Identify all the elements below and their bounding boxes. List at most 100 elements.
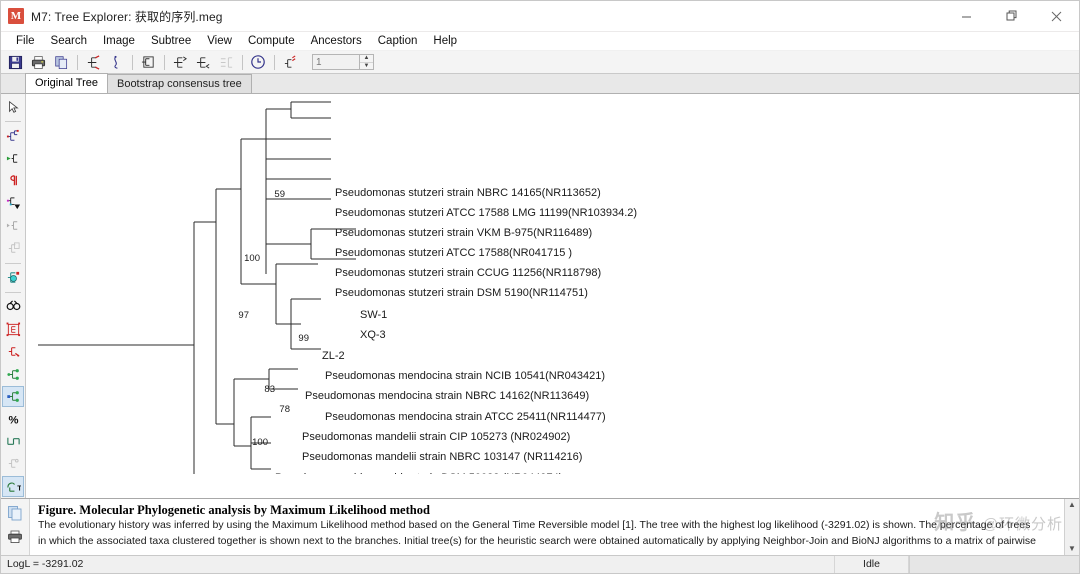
scale-bar-icon[interactable]: [2, 431, 24, 452]
taxon-label: Pseudomonas stutzeri strain NBRC 14165(N…: [335, 187, 601, 199]
subtree-copy-icon[interactable]: [2, 238, 24, 259]
tree-explorer-window: M M7: Tree Explorer: 获取的序列.meg File Sear…: [0, 0, 1080, 574]
find-taxon-icon[interactable]: [2, 296, 24, 317]
pointer-select-icon[interactable]: [2, 96, 24, 117]
taxon-label: Pseudomonas mendocina strain NBRC 14162(…: [305, 390, 589, 402]
print-icon[interactable]: [27, 52, 49, 72]
sidebar-separator: [5, 121, 21, 123]
node-label-icon[interactable]: [2, 385, 24, 408]
subtree-drawing-icon[interactable]: [279, 52, 301, 72]
app-logo-icon: M: [8, 8, 24, 24]
taxon-label: ZL-2: [322, 350, 345, 362]
save-icon[interactable]: [4, 52, 26, 72]
tab-strip: Original Tree Bootstrap consensus tree: [1, 73, 1079, 94]
phylogenetic-tree[interactable]: Pseudomonas stutzeri strain NBRC 14165(N…: [26, 94, 1079, 474]
menu-ancestors[interactable]: Ancestors: [303, 34, 370, 48]
toolbar-separator: [242, 54, 243, 70]
maximize-button[interactable]: [989, 1, 1034, 31]
menu-subtree[interactable]: Subtree: [143, 34, 199, 48]
spinner-input[interactable]: [312, 54, 360, 70]
taxon-label: SW-1: [360, 309, 387, 321]
bootstrap-value: 59: [274, 189, 285, 200]
spinner-down-icon[interactable]: ▼: [360, 63, 373, 70]
main-toolbar: ▲ ▼: [1, 51, 1079, 74]
status-bar: LogL = -3291.02 Idle: [1, 555, 1079, 573]
tab-original-tree[interactable]: Original Tree: [25, 73, 108, 93]
menu-compute[interactable]: Compute: [240, 34, 303, 48]
svg-text:%: %: [8, 414, 18, 426]
tab-bootstrap-consensus-tree[interactable]: Bootstrap consensus tree: [106, 74, 252, 93]
topology-only-icon[interactable]: [82, 52, 104, 72]
sidebar-separator: [5, 262, 21, 264]
caption-pane: Figure. Molecular Phylogenetic analysis …: [1, 498, 1079, 555]
taxon-label: XQ-3: [360, 329, 386, 341]
branch-style-icon[interactable]: [2, 341, 24, 362]
svg-text:T: T: [17, 483, 21, 492]
branch-length-icon[interactable]: [105, 52, 127, 72]
swap-subtree-icon[interactable]: [192, 52, 214, 72]
toolbar-separator: [274, 54, 275, 70]
taxon-label: Pseudomonas mandelii strain NBRC 103147 …: [302, 451, 582, 463]
status-state: Idle: [835, 556, 909, 573]
condensed-tree-icon[interactable]: [2, 453, 24, 474]
menu-caption[interactable]: Caption: [370, 34, 426, 48]
copy-icon[interactable]: [50, 52, 72, 72]
spinner-up-icon[interactable]: ▲: [360, 55, 373, 63]
bootstrap-value: 97: [238, 310, 249, 321]
subtree-level-spinner[interactable]: ▲ ▼: [312, 54, 374, 70]
subtree-compress-icon[interactable]: [2, 193, 24, 214]
menu-image[interactable]: Image: [95, 34, 143, 48]
title-bar: M M7: Tree Explorer: 获取的序列.meg: [1, 1, 1079, 32]
spinner-arrows: ▲ ▼: [360, 54, 374, 70]
image-frame-icon[interactable]: [2, 319, 24, 340]
scroll-down-icon[interactable]: ▼: [1068, 545, 1076, 553]
topology-tree-icon[interactable]: [2, 125, 24, 146]
workspace: % T: [1, 94, 1079, 498]
flip-node-icon[interactable]: [2, 170, 24, 191]
tree-tools-sidebar: % T: [1, 94, 26, 498]
taxon-label: Pseudomonas mandelii strain CIP 105273 (…: [302, 431, 570, 443]
sidebar-separator: [5, 292, 21, 294]
root-tree-icon[interactable]: [137, 52, 159, 72]
taxon-label: Pseudomonas stutzeri strain VKM B-975(NR…: [335, 227, 592, 239]
tree-color-icon[interactable]: [2, 267, 24, 288]
bootstrap-value: 99: [298, 333, 309, 344]
toolbar-separator: [164, 54, 165, 70]
caption-line-1: The evolutionary history was inferred by…: [38, 519, 1031, 531]
menu-view[interactable]: View: [199, 34, 240, 48]
bootstrap-value: 100: [252, 437, 268, 448]
taxon-label: Pseudomonas mendocina strain ATCC 25411(…: [325, 411, 606, 423]
window-controls: [944, 1, 1079, 31]
toolbar-separator: [132, 54, 133, 70]
menu-search[interactable]: Search: [43, 34, 95, 48]
bootstrap-value: 78: [279, 404, 290, 415]
close-button[interactable]: [1034, 1, 1079, 31]
timetree-clock-icon[interactable]: [247, 52, 269, 72]
bootstrap-value: 100: [244, 253, 260, 264]
percent-scale-icon[interactable]: %: [2, 408, 24, 429]
subtree-expand-icon[interactable]: [2, 215, 24, 236]
tree-canvas[interactable]: Pseudomonas stutzeri strain NBRC 14165(N…: [26, 94, 1079, 498]
bootstrap-value: 83: [264, 384, 275, 395]
menu-help[interactable]: Help: [425, 34, 465, 48]
minimize-button[interactable]: [944, 1, 989, 31]
taxon-label: Pseudomonas mendocina strain NCIB 10541(…: [325, 370, 605, 382]
window-title: M7: Tree Explorer: 获取的序列.meg: [31, 9, 223, 24]
root-on-branch-icon[interactable]: [2, 148, 24, 169]
taxa-name-icon[interactable]: T: [2, 475, 24, 498]
taxon-label: Pseudomonas chlororaphis strain DSM 5008…: [275, 472, 562, 474]
flip-subtree-icon[interactable]: [169, 52, 191, 72]
status-logl: LogL = -3291.02: [1, 556, 835, 573]
taxon-label: Pseudomonas stutzeri strain CCUG 11256(N…: [335, 267, 601, 279]
caption-tool-icons: [1, 499, 30, 555]
order-taxa-icon[interactable]: [215, 52, 237, 72]
node-marker-icon[interactable]: [2, 364, 24, 385]
caption-print-icon[interactable]: [6, 528, 24, 546]
caption-scrollbar[interactable]: ▲ ▼: [1064, 499, 1079, 555]
scroll-up-icon[interactable]: ▲: [1068, 501, 1076, 509]
caption-copy-icon[interactable]: [6, 504, 24, 522]
taxon-label: Pseudomonas stutzeri ATCC 17588 LMG 1119…: [335, 207, 637, 219]
menu-file[interactable]: File: [8, 34, 43, 48]
caption-text-area[interactable]: Figure. Molecular Phylogenetic analysis …: [30, 499, 1064, 555]
taxon-label: Pseudomonas stutzeri ATCC 17588(NR041715…: [335, 247, 572, 259]
